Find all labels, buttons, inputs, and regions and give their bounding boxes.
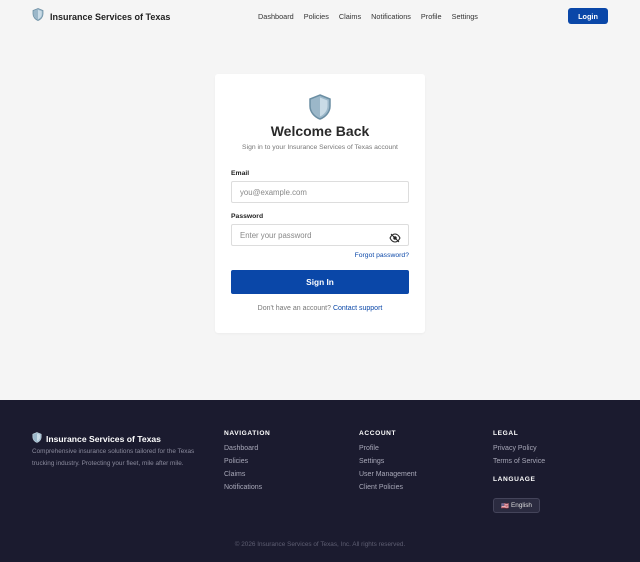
nav-dashboard[interactable]: Dashboard	[258, 12, 294, 21]
top-header: Insurance Services of Texas Dashboard Po…	[0, 0, 640, 33]
contact-support-link[interactable]: Contact support	[333, 305, 382, 312]
footer-link-dashboard[interactable]: Dashboard	[224, 445, 270, 453]
footer-link-privacy-policy[interactable]: Privacy Policy	[493, 445, 545, 453]
login-button[interactable]: Login	[568, 8, 608, 24]
footer-link-client-policies[interactable]: Client Policies	[359, 484, 417, 492]
footer-brand-title: Insurance Services of Texas	[46, 434, 161, 444]
nav-policies[interactable]: Policies	[304, 12, 329, 21]
footer-account-heading: ACCOUNT	[359, 430, 397, 437]
footer-navigation-heading: NAVIGATION	[224, 430, 271, 437]
forgot-password-link[interactable]: Forgot password?	[355, 252, 409, 259]
footer-link-settings[interactable]: Settings	[359, 458, 417, 466]
footer-legal-heading: LEGAL	[493, 430, 519, 437]
nav-claims[interactable]: Claims	[339, 12, 361, 21]
footer: Insurance Services of Texas Comprehensiv…	[0, 400, 640, 562]
email-input[interactable]	[231, 181, 409, 203]
footer-link-profile[interactable]: Profile	[359, 445, 417, 453]
footer-link-notifications[interactable]: Notifications	[224, 484, 270, 492]
password-label: Password	[231, 213, 264, 220]
copyright: © 2026 Insurance Services of Texas, Inc.…	[234, 541, 406, 548]
email-label: Email	[231, 170, 250, 177]
login-card: Welcome Back Sign in to your Insurance S…	[215, 74, 425, 333]
footer-language-heading: LANGUAGE	[493, 476, 536, 483]
nav-profile[interactable]: Profile	[421, 12, 442, 21]
language-selector[interactable]: 🇺🇸 English	[493, 498, 540, 513]
nav-settings[interactable]: Settings	[452, 12, 478, 21]
footer-account: ACCOUNT Profile Settings User Management…	[359, 430, 417, 497]
footer-link-claims[interactable]: Claims	[224, 471, 270, 479]
language-current: English	[511, 502, 532, 509]
login-subtitle: Sign in to your Insurance Services of Te…	[242, 144, 398, 151]
us-flag-icon: 🇺🇸	[501, 502, 509, 510]
login-title: Welcome Back	[270, 123, 370, 139]
password-input[interactable]	[231, 224, 409, 246]
footer-navigation: NAVIGATION Dashboard Policies Claims Not…	[224, 430, 270, 497]
nav-notifications[interactable]: Notifications	[371, 12, 411, 21]
footer-link-user-management[interactable]: User Management	[359, 471, 417, 479]
footer-language: LANGUAGE	[493, 476, 536, 491]
eye-slash-icon[interactable]	[389, 230, 401, 243]
shield-icon	[32, 7, 44, 26]
footer-link-policies[interactable]: Policies	[224, 458, 270, 466]
footer-link-terms-of-service[interactable]: Terms of Service	[493, 458, 545, 466]
no-account-text: Don't have an account? Contact support	[215, 305, 425, 312]
footer-description: Comprehensive insurance solutions tailor…	[32, 448, 195, 467]
brand-title: Insurance Services of Texas	[50, 11, 171, 22]
brand[interactable]: Insurance Services of Texas	[32, 7, 171, 26]
shield-icon	[308, 94, 332, 125]
main-nav: Dashboard Policies Claims Notifications …	[258, 0, 478, 33]
sign-in-button[interactable]: Sign In	[231, 270, 409, 294]
no-account-label: Don't have an account?	[257, 305, 331, 312]
footer-legal: LEGAL Privacy Policy Terms of Service	[493, 430, 545, 471]
